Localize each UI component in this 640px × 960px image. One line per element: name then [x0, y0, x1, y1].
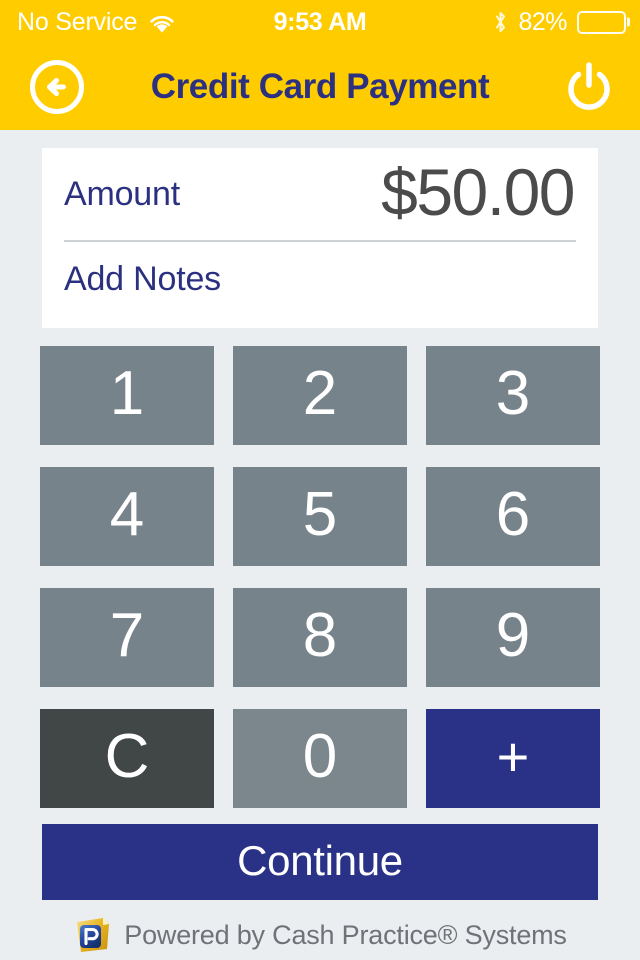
key-9[interactable]: 9: [426, 588, 600, 687]
key-0[interactable]: 0: [233, 709, 407, 808]
battery-percent-label: 82%: [518, 7, 567, 36]
key-4[interactable]: 4: [40, 467, 214, 566]
amount-row[interactable]: Amount $50.00: [42, 148, 598, 240]
key-2[interactable]: 2: [233, 346, 407, 445]
add-notes-row[interactable]: Add Notes: [42, 242, 598, 328]
key-6[interactable]: 6: [426, 467, 600, 566]
back-arrow-circle-icon[interactable]: [29, 59, 85, 115]
credit-card-payment-screen: No Service 9:53 AM 82% Credit Card Payme…: [0, 0, 640, 960]
amount-label: Amount: [64, 174, 180, 213]
status-bar: No Service 9:53 AM 82%: [0, 0, 640, 44]
battery-icon: [577, 10, 630, 34]
bluetooth-icon: [493, 10, 508, 34]
key-clear[interactable]: C: [40, 709, 214, 808]
key-7[interactable]: 7: [40, 588, 214, 687]
continue-button[interactable]: Continue: [42, 824, 598, 900]
amount-value: $50.00: [381, 155, 575, 229]
key-3[interactable]: 3: [426, 346, 600, 445]
key-1[interactable]: 1: [40, 346, 214, 445]
key-plus[interactable]: +: [426, 709, 600, 808]
footer-text: Powered by Cash Practice® Systems: [124, 919, 567, 950]
footer: Powered by Cash Practice® Systems: [0, 910, 640, 960]
key-5[interactable]: 5: [233, 467, 407, 566]
cash-practice-logo-icon: [73, 915, 113, 955]
navigation-bar: Credit Card Payment: [0, 44, 640, 130]
page-title: Credit Card Payment: [150, 67, 490, 106]
status-bar-right: 82%: [493, 7, 630, 37]
numeric-keypad: 1 2 3 4 5 6 7 8 9 C 0 +: [40, 346, 600, 808]
key-8[interactable]: 8: [233, 588, 407, 687]
add-notes-label: Add Notes: [64, 260, 221, 298]
power-icon[interactable]: [565, 60, 613, 114]
amount-card: Amount $50.00 Add Notes: [42, 148, 598, 328]
